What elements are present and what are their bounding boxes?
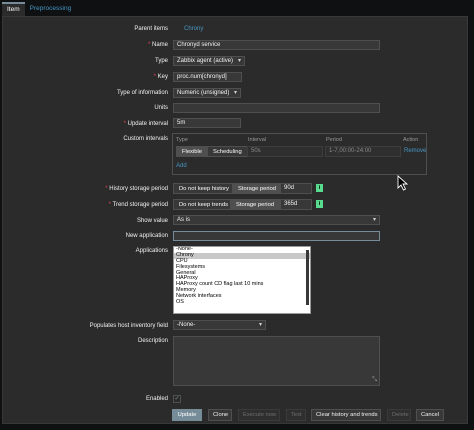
- clone-button[interactable]: Clone: [208, 409, 232, 421]
- parent-items-label: Parent items: [134, 26, 168, 32]
- history-storage-label-text: History storage period: [109, 186, 168, 192]
- required-mark: *: [153, 74, 156, 80]
- update-button[interactable]: Update: [172, 409, 202, 421]
- ci-remove-link[interactable]: Remove: [404, 148, 426, 154]
- required-mark: *: [105, 186, 108, 192]
- new-application-label: New application: [125, 233, 168, 239]
- type-label: Type: [154, 58, 168, 64]
- application-option[interactable]: OS: [174, 299, 310, 306]
- key-label-text: Key: [157, 74, 168, 80]
- tab-item[interactable]: Item: [2, 2, 25, 16]
- resize-grip-icon[interactable]: ⤡: [372, 377, 377, 384]
- trend-info-icon[interactable]: i: [316, 200, 323, 208]
- name-label: * Name: [8, 42, 168, 48]
- ci-header-interval: Interval: [248, 137, 267, 143]
- custom-intervals-label: Custom intervals: [123, 136, 168, 142]
- trend-period-input[interactable]: 365d: [280, 199, 312, 210]
- history-info-icon[interactable]: i: [316, 184, 323, 192]
- new-application-input[interactable]: [173, 231, 380, 241]
- name-label-text: Name: [151, 42, 168, 48]
- enabled-checkbox[interactable]: ✓: [173, 395, 181, 403]
- inventory-field-label: Populates host inventory field: [89, 323, 168, 329]
- history-do-not-keep-toggle[interactable]: Do not keep history: [173, 183, 235, 194]
- update-interval-label: * Update interval: [8, 121, 168, 127]
- history-storage-period-toggle[interactable]: Storage period: [232, 183, 283, 194]
- trend-storage-label: * Trend storage period: [8, 202, 168, 208]
- delete-button[interactable]: Delete: [387, 409, 411, 421]
- type-of-information-label: Type of information: [116, 90, 168, 96]
- applications-scrollbar[interactable]: [306, 250, 309, 305]
- trend-storage-period-toggle[interactable]: Storage period: [230, 199, 281, 210]
- tab-bar: Item Preprocessing: [2, 2, 76, 16]
- trend-storage-label-text: Trend storage period: [112, 202, 168, 208]
- key-input[interactable]: proc.num[chronyd]: [173, 72, 242, 82]
- name-input[interactable]: Chronyd service: [173, 40, 380, 50]
- required-mark: *: [108, 202, 111, 208]
- ci-add-link[interactable]: Add: [176, 163, 187, 169]
- clear-history-button[interactable]: Clear history and trends: [311, 409, 381, 421]
- ci-scheduling-toggle[interactable]: Scheduling: [207, 146, 248, 157]
- ci-header-action: Action: [403, 137, 419, 143]
- type-select[interactable]: Zabbix agent (active): [173, 56, 245, 66]
- cancel-button[interactable]: Cancel: [416, 409, 444, 421]
- type-of-information-select[interactable]: Numeric (unsigned): [173, 88, 241, 98]
- applications-listbox[interactable]: -None- Chrony CPU Filesystems General HA…: [173, 246, 311, 314]
- required-mark: *: [123, 121, 126, 127]
- required-mark: *: [147, 42, 151, 48]
- key-label: * Key: [8, 74, 168, 80]
- history-period-input[interactable]: 90d: [280, 183, 312, 194]
- tab-preprocessing[interactable]: Preprocessing: [25, 2, 77, 16]
- inventory-field-select[interactable]: -None-: [173, 320, 266, 330]
- ci-interval-input[interactable]: 50s: [247, 146, 323, 157]
- applications-label: Applications: [135, 248, 168, 254]
- mouse-pointer-icon: [397, 175, 409, 191]
- show-value-select[interactable]: As is: [173, 215, 380, 225]
- trend-do-not-keep-toggle[interactable]: Do not keep trends: [173, 199, 234, 210]
- units-input[interactable]: [173, 103, 380, 113]
- description-label: Description: [137, 338, 168, 344]
- ci-flexible-toggle[interactable]: Flexible: [176, 146, 208, 157]
- update-interval-label-text: Update interval: [127, 121, 168, 127]
- ci-period-input[interactable]: 1-7,00:00-24:00: [325, 146, 401, 157]
- history-storage-label: * History storage period: [8, 186, 168, 192]
- enabled-label: Enabled: [145, 396, 168, 402]
- show-value-label: Show value: [136, 218, 168, 224]
- parent-item-link[interactable]: Chrony: [184, 26, 203, 32]
- description-textarea[interactable]: ⤡: [173, 336, 380, 386]
- page: Item Preprocessing Parent items Chrony *…: [0, 0, 474, 430]
- ci-header-type: Type: [176, 137, 188, 143]
- test-button[interactable]: Test: [286, 409, 306, 421]
- units-label: Units: [154, 105, 168, 111]
- execute-now-button[interactable]: Execute now: [238, 409, 280, 421]
- update-interval-input[interactable]: 5m: [173, 118, 241, 128]
- ci-header-period: Period: [326, 137, 342, 143]
